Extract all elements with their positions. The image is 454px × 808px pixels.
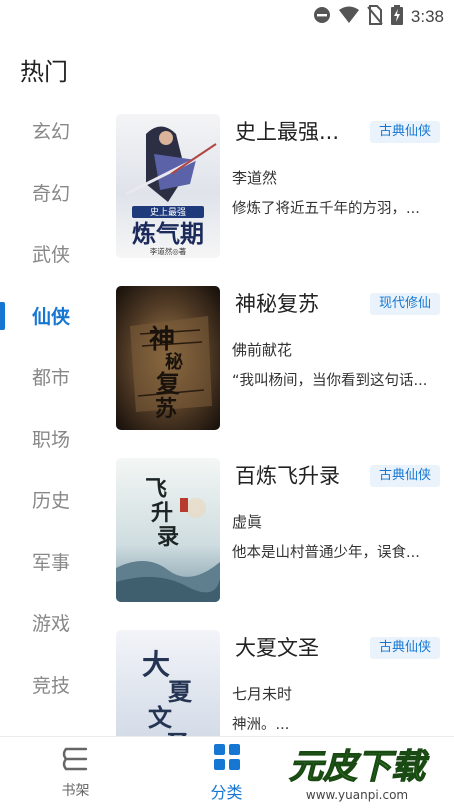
book-title[interactable]: 神秘复苏 (235, 288, 319, 318)
book-description: 修炼了将近五千年的方羽，... (232, 201, 420, 217)
genre-tag: 古典仙侠 (369, 637, 440, 659)
svg-text:大: 大 (142, 648, 170, 681)
book-item[interactable]: 神 秘 复 苏 神秘复苏 现代修仙 佛前献花 “我叫杨间，当你看到这句话... (100, 272, 454, 444)
book-item[interactable]: 大 夏 文 圣 大夏文圣 古典仙侠 七月未时 神洲。... (100, 616, 454, 736)
sidebar-item-label: 军事 (32, 551, 71, 574)
svg-text:元皮下载: 元皮下载 (289, 747, 430, 787)
page-title: 热门 (20, 58, 68, 86)
sidebar-item-junshi[interactable]: 军事 (0, 531, 100, 593)
sidebar-item-label: 历史 (32, 490, 71, 513)
svg-text:圣: 圣 (166, 729, 191, 736)
sidebar-item-label: 玄幻 (32, 121, 71, 144)
svg-text:夏: 夏 (168, 677, 193, 706)
sidebar-item-wuxia[interactable]: 武侠 (0, 223, 100, 285)
book-cover[interactable]: 大 夏 文 圣 (116, 630, 220, 736)
battery-charging-icon (390, 5, 403, 29)
genre-tag: 古典仙侠 (369, 121, 440, 143)
book-author: 七月未时 (232, 685, 293, 703)
status-time: 3:38 (410, 7, 444, 26)
sidebar-item-zhichang[interactable]: 职场 (0, 408, 100, 470)
book-description: 他本是山村普通少年，误食... (232, 545, 420, 561)
svg-text:复: 复 (155, 369, 181, 398)
sidebar-item-xianxia[interactable]: 仙侠 (0, 285, 100, 347)
watermark-logo: 元皮下载 www.yuanpi.com (271, 738, 454, 808)
sidebar-item-label: 游戏 (32, 613, 71, 636)
book-title[interactable]: 大夏文圣 (235, 632, 319, 662)
book-author: 李道然 (232, 169, 278, 187)
tab-label: 书架 (61, 783, 90, 799)
book-description: “我叫杨间，当你看到这句话... (232, 373, 428, 389)
status-icons: 3:38 (313, 5, 444, 29)
book-list: 史上最强 炼气期 李道然◎著 史上最强... 古典仙侠 李道然 修炼了将近五千年… (100, 100, 454, 736)
book-cover[interactable]: 飞 升 录 (116, 458, 220, 602)
svg-text:www.yuanpi.com: www.yuanpi.com (306, 788, 408, 802)
sidebar-item-label: 都市 (32, 367, 71, 390)
cover-title: 炼气期 (132, 219, 204, 248)
category-grid-icon (213, 743, 241, 775)
wifi-icon (338, 6, 359, 28)
book-title[interactable]: 百炼飞升录 (235, 460, 340, 490)
sidebar-item-label: 职场 (32, 428, 71, 451)
book-author: 佛前献花 (232, 341, 293, 359)
book-description: 神洲。... (232, 717, 290, 733)
cover-subtitle: 史上最强 (150, 206, 186, 218)
book-cover[interactable]: 神 秘 复 苏 (116, 286, 220, 430)
sidebar-item-label: 奇幻 (32, 182, 71, 205)
sidebar-item-youxi[interactable]: 游戏 (0, 592, 100, 654)
svg-text:文: 文 (148, 703, 173, 732)
svg-text:苏: 苏 (155, 396, 177, 422)
sidebar-item-kehuan[interactable]: 科幻 (0, 715, 100, 736)
book-author: 虚眞 (232, 513, 263, 531)
tab-label: 分类 (210, 783, 243, 802)
book-title[interactable]: 史上最强... (235, 116, 339, 146)
minus-circle-icon (313, 6, 331, 28)
sidebar-item-qihuan[interactable]: 奇幻 (0, 162, 100, 224)
cover-author: 李道然◎著 (150, 246, 187, 256)
svg-text:飞: 飞 (145, 476, 167, 502)
sidebar-item-label: 竞技 (32, 674, 71, 697)
genre-tag: 古典仙侠 (369, 465, 440, 487)
genre-tag: 现代修仙 (369, 293, 440, 315)
svg-text:升: 升 (151, 500, 173, 526)
book-item[interactable]: 飞 升 录 百炼飞升录 古典仙侠 虚眞 他本是山村普通少年，误食... (100, 444, 454, 616)
tab-bookshelf[interactable]: 书架 (0, 737, 151, 808)
category-sidebar: 玄幻 奇幻 武侠 仙侠 都市 职场 历史 军事 游戏 竞技 科幻 (0, 100, 100, 736)
sidebar-item-xuanhuan[interactable]: 玄幻 (0, 100, 100, 162)
svg-text:神: 神 (149, 325, 175, 355)
book-item[interactable]: 史上最强 炼气期 李道然◎著 史上最强... 古典仙侠 李道然 修炼了将近五千年… (100, 100, 454, 272)
sidebar-item-jingji[interactable]: 竞技 (0, 654, 100, 716)
svg-text:录: 录 (157, 524, 179, 550)
sidebar-item-label: 武侠 (32, 244, 71, 267)
sidebar-item-dushi[interactable]: 都市 (0, 346, 100, 408)
no-sim-icon (367, 5, 383, 29)
bookshelf-icon (61, 746, 91, 776)
sidebar-item-lishi[interactable]: 历史 (0, 469, 100, 531)
active-indicator (0, 301, 5, 330)
status-bar: 3:38 (0, 0, 454, 34)
book-cover[interactable]: 史上最强 炼气期 李道然◎著 (116, 114, 220, 258)
sidebar-item-label: 仙侠 (32, 305, 71, 328)
